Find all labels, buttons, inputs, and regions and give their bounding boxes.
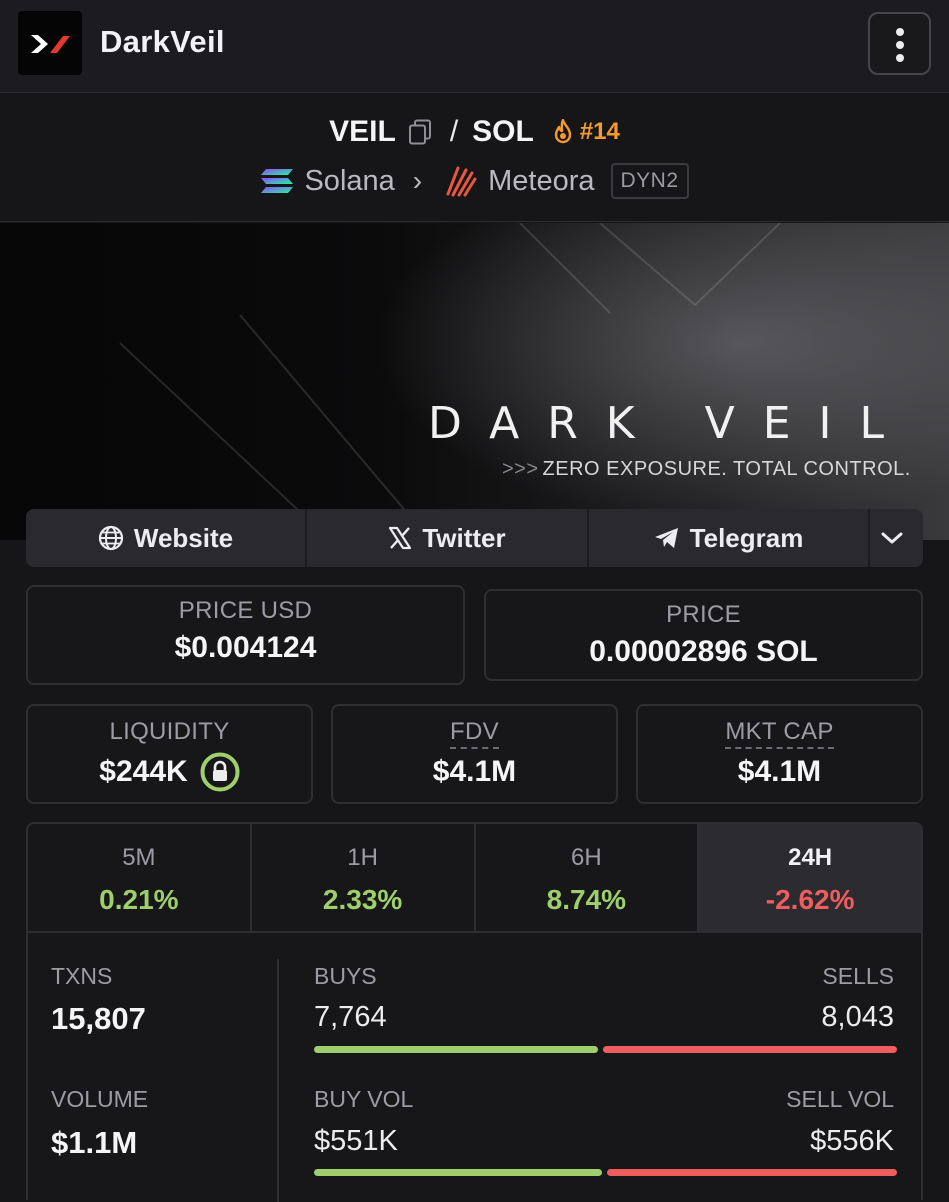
tagline-arrows: >>> xyxy=(502,458,539,480)
buys-bar xyxy=(314,1046,598,1053)
dot-icon xyxy=(896,28,904,36)
market-cap-value: $4.1M xyxy=(737,755,822,788)
dot-icon xyxy=(896,41,904,49)
fdv-label[interactable]: FDV xyxy=(450,718,499,749)
app-logo-icon[interactable] xyxy=(18,11,82,75)
sell-volume-bar xyxy=(607,1169,897,1176)
transactions-panel: TXNS 15,807 BUYS 7,764 SELLS 8,043 VOLUM… xyxy=(26,931,923,1202)
more-links-button[interactable] xyxy=(870,509,923,567)
volume-value: $1.1M xyxy=(51,1125,138,1160)
price-native-value: 0.00002896 SOL xyxy=(589,635,818,668)
meteora-icon xyxy=(444,164,478,198)
price-change: 2.33% xyxy=(322,884,403,915)
twitter-link-button[interactable]: Twitter xyxy=(307,509,589,567)
tab-label: 24H xyxy=(788,844,833,871)
chevron-down-icon xyxy=(881,532,902,544)
tab-1h[interactable]: 1H 2.33% xyxy=(252,824,476,932)
sells-bar xyxy=(603,1046,897,1053)
tab-6h[interactable]: 6H 8.74% xyxy=(476,824,700,932)
copy-icon[interactable] xyxy=(408,119,432,145)
telegram-label: Telegram xyxy=(689,522,804,553)
chevron-right-icon: › xyxy=(412,165,423,196)
price-change: 8.74% xyxy=(546,884,627,915)
sell-volume-label: SELL VOL xyxy=(786,1086,894,1112)
column-divider xyxy=(277,959,279,1202)
liquidity-value: $244K xyxy=(99,755,188,788)
tab-5m[interactable]: 5M 0.21% xyxy=(28,824,252,932)
website-label: Website xyxy=(133,522,234,553)
pair-header: VEIL / SOL #14 Solana › Meteora DYN2 xyxy=(0,94,949,222)
pair-title: VEIL / SOL #14 xyxy=(0,112,949,152)
price-usd-value: $0.004124 xyxy=(174,631,317,664)
tagline-text: ZERO EXPOSURE. TOTAL CONTROL. xyxy=(542,458,911,480)
telegram-link-button[interactable]: Telegram xyxy=(589,509,870,567)
lock-icon[interactable] xyxy=(200,752,240,792)
tab-label: 5M xyxy=(122,844,156,871)
base-token-symbol: VEIL xyxy=(329,115,396,148)
rank-label: #14 xyxy=(579,118,620,145)
price-usd-card: PRICE USD $0.004124 xyxy=(26,585,465,685)
x-logo-icon xyxy=(389,526,412,550)
banner-tagline: >>> ZERO EXPOSURE. TOTAL CONTROL. xyxy=(502,458,911,481)
volume-label: VOLUME xyxy=(51,1086,149,1112)
chain-name[interactable]: Solana xyxy=(304,165,394,198)
project-banner: DARK VEIL >>> ZERO EXPOSURE. TOTAL CONTRO… xyxy=(0,223,949,540)
tab-label: 6H xyxy=(571,844,602,871)
market-cap-label[interactable]: MKT CAP xyxy=(725,718,834,749)
timeframe-tabs: 5M 0.21% 1H 2.33% 6H 8.74% 24H -2.62% xyxy=(26,822,923,932)
dot-icon xyxy=(896,54,904,62)
banner-decoration xyxy=(119,223,781,540)
liquidity-value-row: $244K xyxy=(28,752,311,792)
fire-icon xyxy=(554,119,572,144)
price-usd-label: PRICE USD xyxy=(178,597,313,624)
price-native-card: PRICE 0.00002896 SOL xyxy=(484,589,923,681)
txns-label: TXNS xyxy=(51,963,113,989)
price-native-label: PRICE xyxy=(666,601,741,628)
price-change: 0.21% xyxy=(99,884,179,915)
fdv-value: $4.1M xyxy=(432,755,517,788)
telegram-icon xyxy=(654,528,678,548)
liquidity-label: LIQUIDITY xyxy=(109,718,230,745)
buys-label: BUYS xyxy=(314,963,377,989)
fdv-card: FDV $4.1M xyxy=(331,704,618,804)
banner-title: DARK VEIL xyxy=(428,398,913,449)
market-cap-card: MKT CAP $4.1M xyxy=(636,704,923,804)
buy-volume-value: $551K xyxy=(314,1125,398,1157)
chain-breadcrumb: Solana › Meteora DYN2 xyxy=(0,160,949,202)
social-links: Website Twitter Telegram xyxy=(26,509,923,567)
buys-value: 7,764 xyxy=(314,1001,387,1033)
sells-label: SELLS xyxy=(822,963,894,989)
website-link-button[interactable]: Website xyxy=(26,509,307,567)
top-bar: DarkVeil xyxy=(0,0,949,93)
buy-volume-bar xyxy=(314,1169,602,1176)
more-menu-button[interactable] xyxy=(868,12,931,75)
sells-value: 8,043 xyxy=(821,1001,894,1033)
dex-name[interactable]: Meteora xyxy=(488,165,594,198)
txns-value: 15,807 xyxy=(51,1001,146,1036)
solana-icon xyxy=(260,167,294,195)
pair-separator: / xyxy=(449,115,459,148)
liquidity-card: LIQUIDITY $244K xyxy=(26,704,313,804)
sell-volume-value: $556K xyxy=(810,1125,894,1157)
tab-24h[interactable]: 24H -2.62% xyxy=(699,824,921,932)
globe-icon xyxy=(98,525,123,551)
tab-label: 1H xyxy=(347,844,378,871)
price-change: -2.62% xyxy=(765,884,855,915)
buy-volume-label: BUY VOL xyxy=(314,1086,414,1112)
quote-token-symbol: SOL xyxy=(472,115,534,148)
pool-type-badge: DYN2 xyxy=(610,163,689,199)
trending-rank[interactable]: #14 xyxy=(552,118,620,146)
app-title: DarkVeil xyxy=(100,24,225,59)
twitter-label: Twitter xyxy=(422,522,506,553)
